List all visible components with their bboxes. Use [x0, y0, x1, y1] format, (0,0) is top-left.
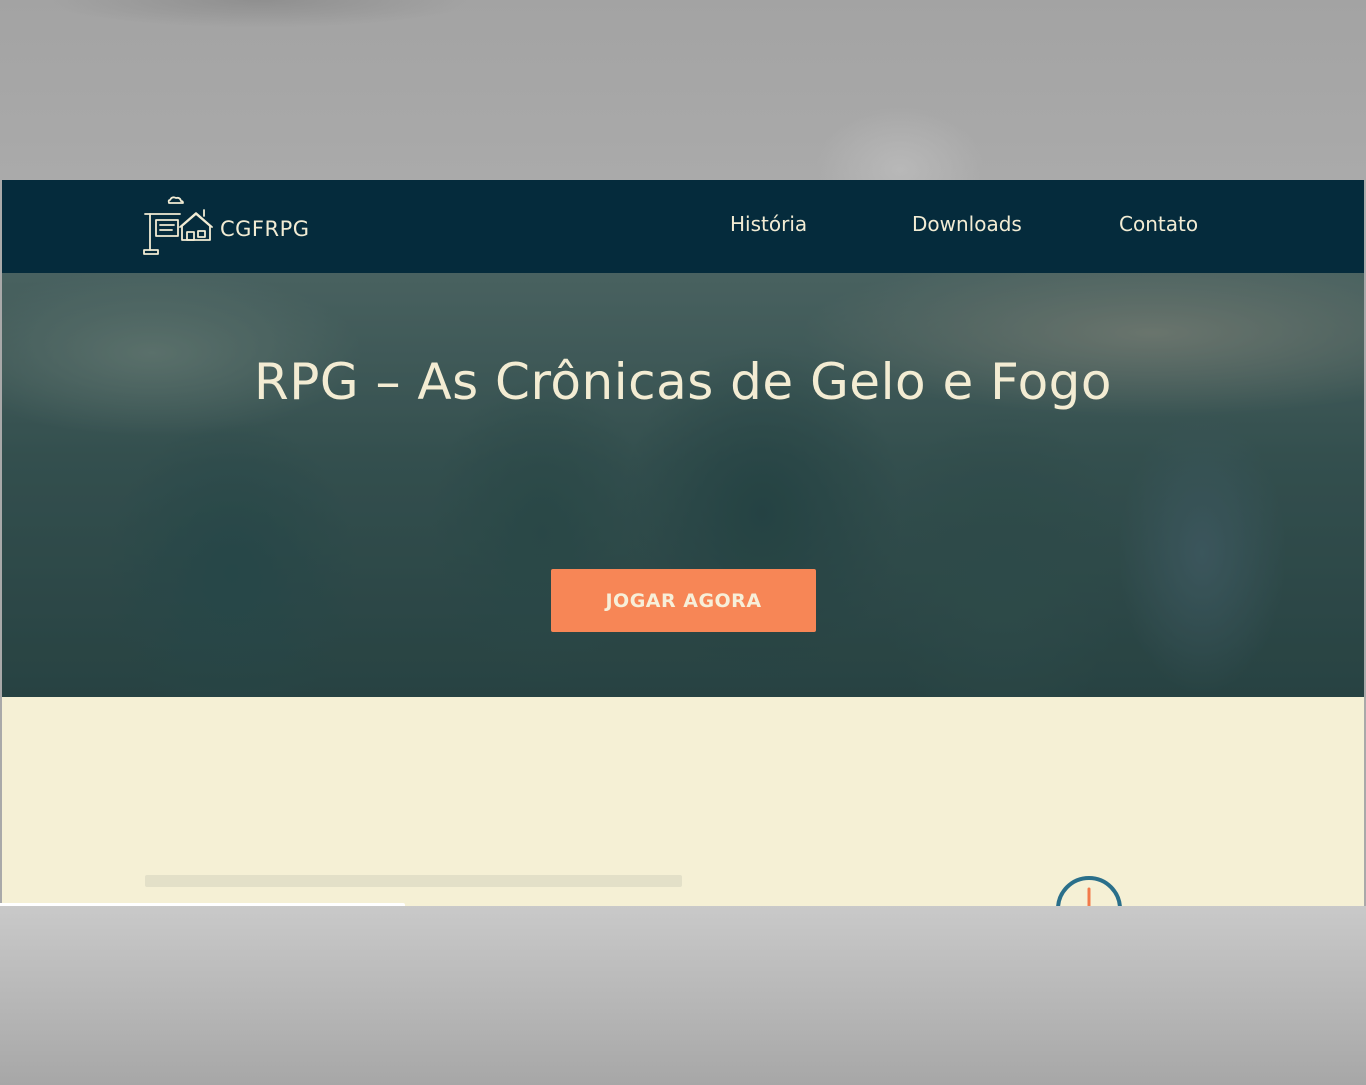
website-page: CGFRPG História Downloads Contato RPG – …	[2, 180, 1364, 906]
hero-title: RPG – As Crônicas de Gelo e Fogo	[253, 353, 1113, 411]
play-now-button[interactable]: JOGAR AGORA	[551, 569, 816, 632]
nav-link-downloads[interactable]: Downloads	[912, 212, 1022, 236]
navbar: CGFRPG História Downloads Contato	[2, 180, 1364, 273]
blurred-background-bottom	[0, 906, 1366, 1085]
main-nav: História Downloads Contato	[2, 212, 1364, 242]
hero-section: RPG – As Crônicas de Gelo e Fogo JOGAR A…	[2, 273, 1364, 697]
blurred-background-top	[0, 0, 1366, 180]
window-edge-highlight	[0, 903, 405, 906]
hero-background-image	[2, 273, 1364, 697]
clock-icon	[1056, 876, 1122, 906]
nav-link-contato[interactable]: Contato	[1119, 212, 1198, 236]
nav-link-historia[interactable]: História	[730, 212, 807, 236]
content-placeholder-bar	[145, 875, 682, 887]
